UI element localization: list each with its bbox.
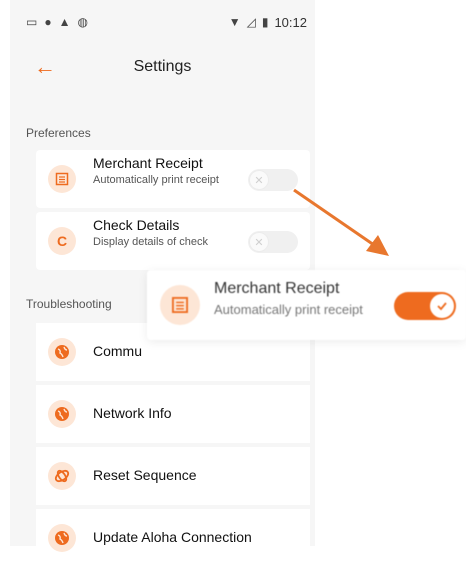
system-icons: ▼ ◿ ▮ 10:12: [229, 15, 315, 30]
callout-subtitle: Automatically print receipt: [214, 302, 363, 317]
toggle-off-x-icon: ✕: [249, 232, 269, 252]
receipt-icon: [160, 285, 200, 325]
wifi-icon: ▼: [228, 15, 241, 29]
checkmark-icon: [430, 294, 454, 318]
reset-sequence-row[interactable]: Reset Sequence: [36, 447, 310, 505]
battery-icon: ▮: [261, 15, 269, 29]
clock: 10:12: [274, 14, 307, 30]
callout-arrow-head: [366, 235, 389, 256]
notification-icons: ▭ ● ▲ ◍: [10, 15, 88, 29]
network-info-row[interactable]: Network Info: [36, 385, 310, 443]
network-info-label: Network Info: [93, 405, 172, 421]
app-bar: ← Settings: [10, 50, 315, 90]
merchant-receipt-toggle-on[interactable]: [394, 292, 456, 320]
merchant-receipt-toggle[interactable]: ✕: [248, 169, 298, 191]
notification-icon: ▭: [26, 15, 38, 29]
communication-label: Commu: [93, 343, 143, 359]
globe-icon: [48, 400, 76, 428]
check-details-icon: C: [48, 227, 76, 255]
globe-icon: [48, 338, 76, 366]
update-aloha-connection-label: Update Aloha Connection: [93, 529, 252, 545]
check-details-letter: C: [56, 233, 68, 249]
page-title: Settings: [133, 58, 192, 75]
signal-icon: ◿: [246, 15, 256, 29]
check-details-subtitle: Display details of check: [93, 236, 208, 248]
check-details-row[interactable]: C Check Details Display details of check…: [36, 212, 310, 270]
reset-sequence-label: Reset Sequence: [93, 467, 197, 483]
merchant-receipt-title: Merchant Receipt: [93, 155, 203, 171]
check-details-toggle[interactable]: ✕: [248, 231, 298, 253]
toggle-off-x-icon: ✕: [249, 170, 269, 190]
callout-title: Merchant Receipt: [214, 280, 340, 297]
troubleshooting-section-label: Troubleshooting: [26, 297, 112, 311]
circle-icon: ●: [44, 15, 52, 29]
reset-icon: [48, 462, 76, 490]
merchant-receipt-subtitle: Automatically print receipt: [93, 174, 219, 186]
globe-icon: [48, 524, 76, 552]
receipt-icon: [48, 165, 76, 193]
warning-icon: ▲: [58, 15, 71, 29]
status-bar: ▭ ● ▲ ◍ ▼ ◿ ▮ 10:12: [10, 0, 315, 44]
merchant-receipt-row[interactable]: Merchant Receipt Automatically print rec…: [36, 150, 310, 208]
preferences-section-label: Preferences: [26, 126, 91, 140]
globe-icon: ◍: [77, 15, 88, 29]
check-details-title: Check Details: [93, 217, 180, 233]
update-aloha-connection-row[interactable]: Update Aloha Connection: [36, 509, 310, 567]
merchant-receipt-zoom-callout: Merchant Receipt Automatically print rec…: [147, 270, 466, 340]
